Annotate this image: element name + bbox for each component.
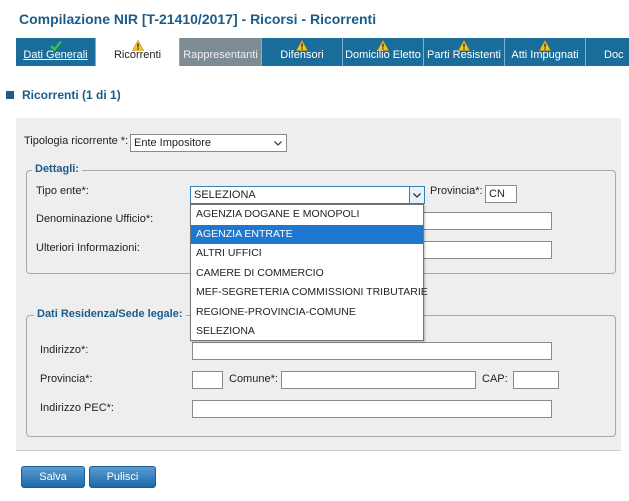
- comune-label: Comune*:: [229, 373, 278, 385]
- cap-input[interactable]: [513, 371, 559, 389]
- ulteriori-label: Ulteriori Informazioni:: [36, 242, 140, 254]
- tab-label: Domicilio Eletto: [345, 49, 421, 61]
- comune-input[interactable]: [281, 371, 476, 389]
- denominazione-label: Denominazione Ufficio*:: [36, 213, 154, 225]
- pec-label: Indirizzo PEC*:: [40, 402, 114, 414]
- pec-input[interactable]: [192, 400, 552, 418]
- tipologia-select[interactable]: Ente Impositore: [130, 134, 287, 152]
- provincia-ente-input[interactable]: [485, 185, 517, 203]
- tab-bar: Dati Generali Ricorrenti Rappresentanti …: [16, 38, 629, 66]
- tipologia-label: Tipologia ricorrente *:: [24, 135, 129, 147]
- dropdown-option[interactable]: MEF-SEGRETERIA COMMISSIONI TRIBUTARIE: [191, 283, 428, 303]
- tab-label: Doc: [604, 49, 624, 61]
- tab-difensori[interactable]: Difensori: [262, 38, 343, 66]
- dropdown-option[interactable]: REGIONE-PROVINCIA-COMUNE: [191, 303, 423, 323]
- dropdown-option[interactable]: ALTRI UFFICI: [191, 244, 423, 264]
- tab-label: Dati Generali: [23, 49, 88, 61]
- tab-parti-resistenti[interactable]: Parti Resistenti: [424, 38, 505, 66]
- form-divider: [16, 450, 621, 451]
- chevron-down-icon: [413, 193, 421, 198]
- dettagli-legend: Dettagli:: [32, 163, 82, 175]
- section-title: Ricorrenti (1 di 1): [22, 88, 121, 102]
- cap-label: CAP:: [482, 373, 508, 385]
- indirizzo-input[interactable]: [192, 342, 552, 360]
- page-title: Compilazione NIR [T-21410/2017] - Ricors…: [19, 11, 377, 27]
- tab-label: Difensori: [280, 49, 324, 61]
- tab-ricorrenti[interactable]: Ricorrenti: [96, 38, 180, 66]
- indirizzo-label: Indirizzo*:: [40, 344, 89, 356]
- dropdown-option[interactable]: CAMERE DI COMMERCIO: [191, 264, 423, 284]
- tipo-ente-dropdown-list: AGENZIA DOGANE E MONOPOLI AGENZIA ENTRAT…: [190, 204, 428, 342]
- clear-button[interactable]: Pulisci: [89, 466, 156, 488]
- dropdown-option[interactable]: SELEZIONA: [191, 322, 423, 342]
- tab-label: Atti Impugnati: [511, 49, 579, 61]
- tab-label: Parti Resistenti: [427, 49, 501, 61]
- tipo-ente-select[interactable]: SELEZIONA: [190, 186, 425, 204]
- tipologia-value: Ente Impositore: [134, 137, 212, 149]
- tab-label: Ricorrenti: [113, 49, 162, 61]
- provincia-residenza-input[interactable]: [192, 371, 223, 389]
- tab-atti-impugnati[interactable]: Atti Impugnati: [505, 38, 586, 66]
- residenza-legend: Dati Residenza/Sede legale:: [34, 308, 186, 320]
- chevron-down-icon: [274, 141, 282, 146]
- dropdown-option[interactable]: AGENZIA DOGANE E MONOPOLI: [191, 205, 423, 225]
- provincia-residenza-label: Provincia*:: [40, 373, 93, 385]
- tab-rappresentanti[interactable]: Rappresentanti: [180, 38, 262, 66]
- tipo-ente-label: Tipo ente*:: [36, 185, 89, 197]
- save-button[interactable]: Salva: [21, 466, 85, 488]
- section-bullet: [6, 91, 14, 99]
- tab-label: Rappresentanti: [183, 49, 258, 61]
- tab-dati-generali[interactable]: Dati Generali: [16, 38, 96, 66]
- dropdown-option-selected[interactable]: AGENZIA ENTRATE: [191, 224, 423, 244]
- tab-documenti[interactable]: Doc: [586, 38, 629, 66]
- tab-domicilio-eletto[interactable]: Domicilio Eletto: [343, 38, 424, 66]
- tipo-ente-value: SELEZIONA: [194, 189, 256, 201]
- provincia-ente-label: Provincia*:: [430, 185, 483, 197]
